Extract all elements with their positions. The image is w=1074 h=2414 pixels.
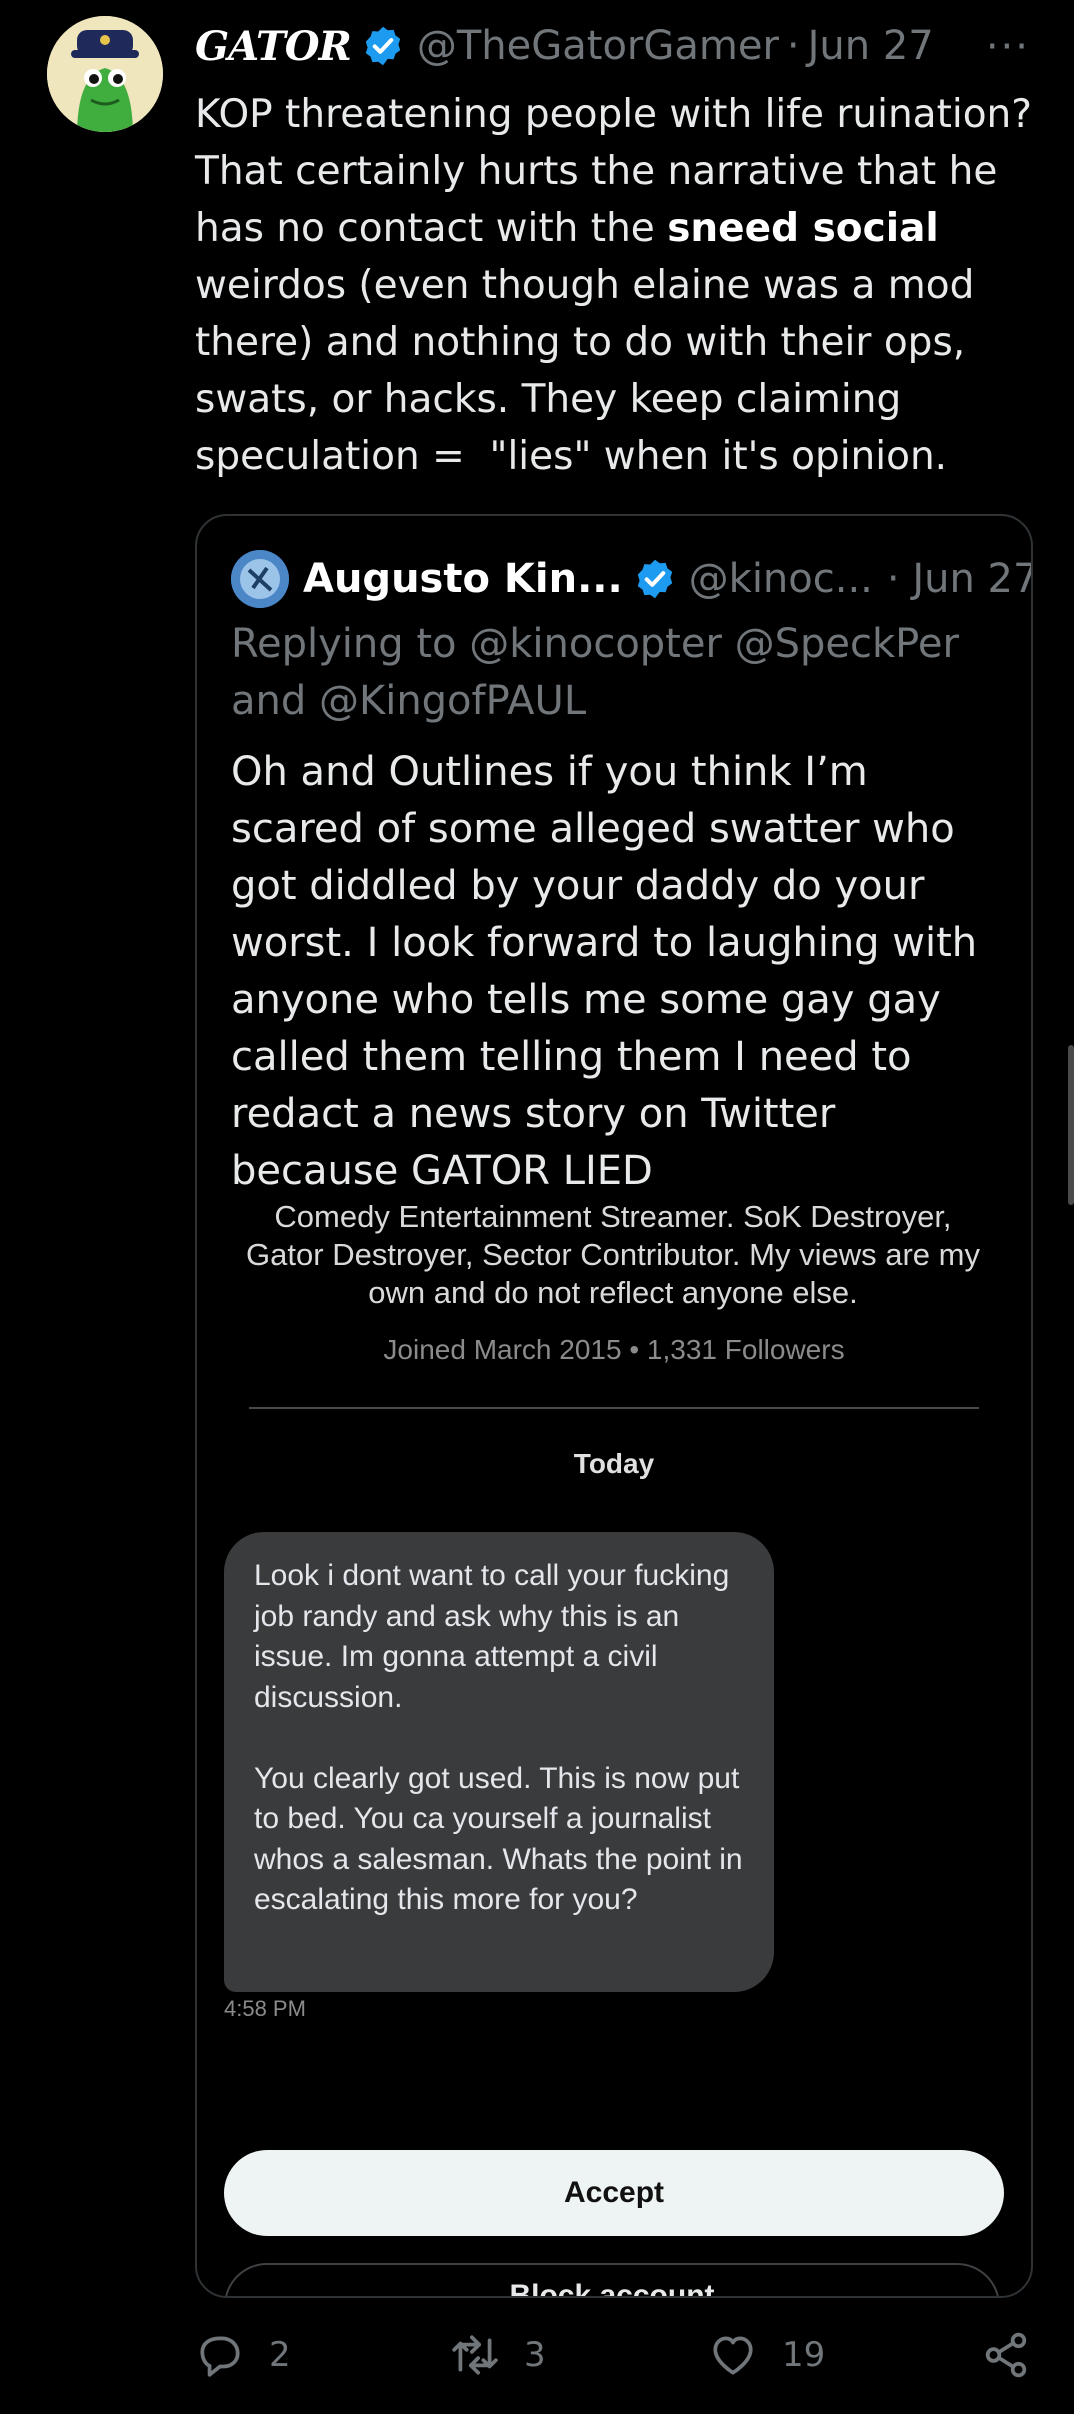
like-action[interactable]: 19 — [708, 2330, 825, 2380]
tweet-text: KOP threatening people with life ruinati… — [195, 86, 1035, 485]
author-name[interactable]: GATOR — [195, 23, 352, 70]
accept-button: Accept — [224, 2150, 1004, 2236]
tweet: GATOR @TheGatorGamer · Jun 27 ··· KOP th… — [195, 16, 1035, 485]
quoted-tweet[interactable]: Augusto Kin... @kinoc... · Jun 27 Replyi… — [195, 514, 1033, 2298]
retweet-count: 3 — [524, 2335, 546, 2375]
profile-bio: Comedy Entertainment Streamer. SoK Destr… — [246, 1199, 980, 1310]
message-bubble: Look i dont want to call your fucking jo… — [224, 1532, 774, 1992]
verified-badge-icon — [361, 24, 405, 68]
retweet-action[interactable]: 3 — [450, 2330, 546, 2380]
retweet-icon — [452, 2335, 498, 2375]
more-icon[interactable]: ··· — [986, 24, 1030, 70]
tweet-actions: 2 3 19 — [195, 2330, 1035, 2390]
divider — [249, 1407, 979, 1409]
replying-to: Replying to @kinocopter @SpeckPer and @K… — [231, 621, 959, 724]
separator: · — [786, 23, 800, 69]
quote-author-name[interactable]: Augusto Kin... — [303, 556, 623, 602]
message-time: 4:58 PM — [224, 1996, 306, 2021]
verified-badge-icon — [633, 557, 677, 601]
quote-author-avatar[interactable] — [231, 550, 289, 608]
day-label: Today — [573, 1448, 655, 1479]
quote-date[interactable]: · Jun 27 — [887, 556, 1031, 602]
share-action[interactable] — [981, 2330, 1055, 2380]
tweet-header: GATOR @TheGatorGamer · Jun 27 — [195, 16, 1035, 76]
joined-info: Joined March 2015 • 1,331 Followers — [383, 1334, 845, 1365]
reply-count: 2 — [269, 2335, 291, 2375]
reply-icon — [200, 2336, 240, 2377]
quote-author-handle[interactable]: @kinoc... — [689, 556, 873, 602]
quote-text: Oh and Outlines if you think I’m scared … — [231, 749, 978, 1194]
reply-action[interactable]: 2 — [195, 2330, 291, 2380]
like-count: 19 — [782, 2335, 826, 2375]
author-avatar[interactable] — [47, 16, 163, 132]
block-account-button: Block account — [224, 2263, 1000, 2296]
scrollbar[interactable] — [1068, 1045, 1074, 1205]
author-handle[interactable]: @TheGatorGamer — [417, 23, 779, 69]
tweet-date[interactable]: Jun 27 — [808, 23, 934, 69]
tweet-text-bold: sneed social — [667, 206, 939, 251]
like-icon — [713, 2336, 753, 2375]
share-icon — [985, 2332, 1027, 2378]
quote-header: Augusto Kin... @kinoc... · Jun 27 — [231, 550, 1031, 608]
